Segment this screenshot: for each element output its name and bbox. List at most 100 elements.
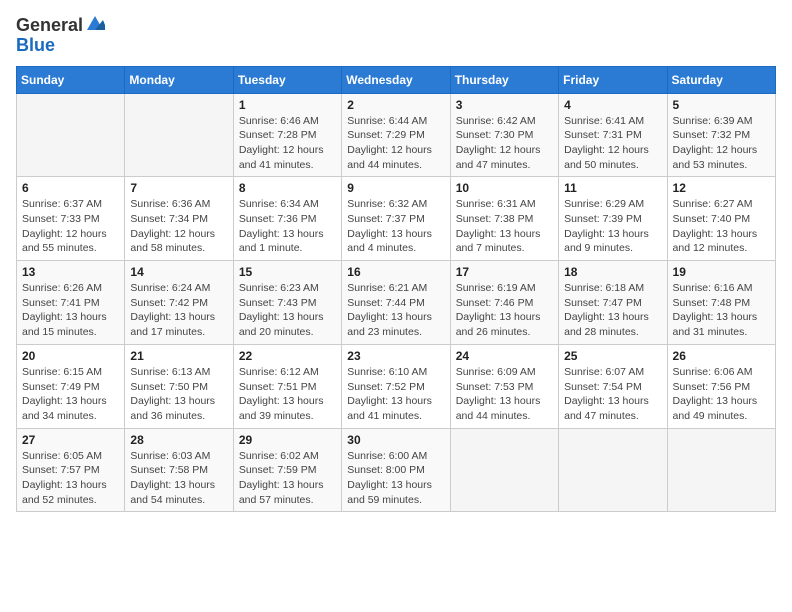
day-detail: Sunrise: 6:26 AM Sunset: 7:41 PM Dayligh… [22, 281, 119, 340]
logo: General Blue [16, 16, 105, 56]
day-detail: Sunrise: 6:16 AM Sunset: 7:48 PM Dayligh… [673, 281, 770, 340]
day-cell: 12Sunrise: 6:27 AM Sunset: 7:40 PM Dayli… [667, 177, 775, 261]
day-header-tuesday: Tuesday [233, 66, 341, 93]
day-number: 14 [130, 265, 227, 279]
day-cell: 25 Sunrise: 6:07 AM Sunset: 7:54 PM Dayli… [559, 344, 667, 428]
day-header-sunday: Sunday [17, 66, 125, 93]
day-detail: Sunrise: 6:09 AM Sunset: 7:53 PM Dayligh… [456, 365, 553, 424]
day-cell: 29 Sunrise: 6:02 AM Sunset: 7:59 PM Dayli… [233, 428, 341, 512]
page-header: General Blue [16, 16, 776, 56]
day-detail: Sunrise: 6:12 AM Sunset: 7:51 PM Dayligh… [239, 365, 336, 424]
day-number: 5 [673, 98, 770, 112]
day-detail: Sunrise: 6:37 AM Sunset: 7:33 PM Dayligh… [22, 197, 119, 256]
day-number: 24 [456, 349, 553, 363]
day-cell: 11Sunrise: 6:29 AM Sunset: 7:39 PM Dayli… [559, 177, 667, 261]
day-cell: 24 Sunrise: 6:09 AM Sunset: 7:53 PM Dayli… [450, 344, 558, 428]
day-number: 15 [239, 265, 336, 279]
day-number: 10 [456, 181, 553, 195]
day-detail: Sunrise: 6:44 AM Sunset: 7:29 PM Dayligh… [347, 114, 444, 173]
day-detail: Sunrise: 6:05 AM Sunset: 7:57 PM Dayligh… [22, 449, 119, 508]
header-row: SundayMondayTuesdayWednesdayThursdayFrid… [17, 66, 776, 93]
day-number: 22 [239, 349, 336, 363]
day-detail: Sunrise: 6:31 AM Sunset: 7:38 PM Dayligh… [456, 197, 553, 256]
day-detail: Sunrise: 6:06 AM Sunset: 7:56 PM Dayligh… [673, 365, 770, 424]
week-row-2: 6 Sunrise: 6:37 AM Sunset: 7:33 PM Daylig… [17, 177, 776, 261]
day-cell [17, 93, 125, 177]
day-detail: Sunrise: 6:42 AM Sunset: 7:30 PM Dayligh… [456, 114, 553, 173]
day-cell: 1 Sunrise: 6:46 AM Sunset: 7:28 PM Daylig… [233, 93, 341, 177]
day-number: 4 [564, 98, 661, 112]
day-cell: 6 Sunrise: 6:37 AM Sunset: 7:33 PM Daylig… [17, 177, 125, 261]
day-header-wednesday: Wednesday [342, 66, 450, 93]
day-number: 29 [239, 433, 336, 447]
day-cell: 14 Sunrise: 6:24 AM Sunset: 7:42 PM Dayli… [125, 261, 233, 345]
day-number: 23 [347, 349, 444, 363]
calendar-header: SundayMondayTuesdayWednesdayThursdayFrid… [17, 66, 776, 93]
day-cell: 15Sunrise: 6:23 AM Sunset: 7:43 PM Dayli… [233, 261, 341, 345]
day-cell: 3 Sunrise: 6:42 AM Sunset: 7:30 PM Daylig… [450, 93, 558, 177]
day-detail: Sunrise: 6:18 AM Sunset: 7:47 PM Dayligh… [564, 281, 661, 340]
day-cell: 10 Sunrise: 6:31 AM Sunset: 7:38 PM Dayli… [450, 177, 558, 261]
day-number: 30 [347, 433, 444, 447]
day-number: 19 [673, 265, 770, 279]
day-cell: 2 Sunrise: 6:44 AM Sunset: 7:29 PM Daylig… [342, 93, 450, 177]
day-cell: 30 Sunrise: 6:00 AM Sunset: 8:00 PM Dayli… [342, 428, 450, 512]
day-detail: Sunrise: 6:46 AM Sunset: 7:28 PM Dayligh… [239, 114, 336, 173]
day-detail: Sunrise: 6:39 AM Sunset: 7:32 PM Dayligh… [673, 114, 770, 173]
week-row-5: 27 Sunrise: 6:05 AM Sunset: 7:57 PM Dayli… [17, 428, 776, 512]
day-number: 27 [22, 433, 119, 447]
day-cell: 7 Sunrise: 6:36 AM Sunset: 7:34 PM Daylig… [125, 177, 233, 261]
day-cell [125, 93, 233, 177]
day-number: 21 [130, 349, 227, 363]
day-header-thursday: Thursday [450, 66, 558, 93]
day-cell: 19 Sunrise: 6:16 AM Sunset: 7:48 PM Dayli… [667, 261, 775, 345]
day-cell [667, 428, 775, 512]
day-number: 3 [456, 98, 553, 112]
day-cell: 4 Sunrise: 6:41 AM Sunset: 7:31 PM Daylig… [559, 93, 667, 177]
day-cell: 27 Sunrise: 6:05 AM Sunset: 7:57 PM Dayli… [17, 428, 125, 512]
day-number: 6 [22, 181, 119, 195]
day-detail: Sunrise: 6:13 AM Sunset: 7:50 PM Dayligh… [130, 365, 227, 424]
logo-icon [85, 14, 105, 34]
day-detail: Sunrise: 6:32 AM Sunset: 7:37 PM Dayligh… [347, 197, 444, 256]
day-detail: Sunrise: 6:34 AM Sunset: 7:36 PM Dayligh… [239, 197, 336, 256]
day-number: 20 [22, 349, 119, 363]
day-detail: Sunrise: 6:21 AM Sunset: 7:44 PM Dayligh… [347, 281, 444, 340]
calendar-table: SundayMondayTuesdayWednesdayThursdayFrid… [16, 66, 776, 513]
day-header-monday: Monday [125, 66, 233, 93]
day-cell [450, 428, 558, 512]
day-cell: 22 Sunrise: 6:12 AM Sunset: 7:51 PM Dayli… [233, 344, 341, 428]
day-cell: 16 Sunrise: 6:21 AM Sunset: 7:44 PM Dayli… [342, 261, 450, 345]
day-number: 9 [347, 181, 444, 195]
day-cell: 18Sunrise: 6:18 AM Sunset: 7:47 PM Dayli… [559, 261, 667, 345]
day-detail: Sunrise: 6:15 AM Sunset: 7:49 PM Dayligh… [22, 365, 119, 424]
day-header-friday: Friday [559, 66, 667, 93]
day-header-saturday: Saturday [667, 66, 775, 93]
day-detail: Sunrise: 6:36 AM Sunset: 7:34 PM Dayligh… [130, 197, 227, 256]
day-detail: Sunrise: 6:00 AM Sunset: 8:00 PM Dayligh… [347, 449, 444, 508]
day-number: 12 [673, 181, 770, 195]
day-detail: Sunrise: 6:41 AM Sunset: 7:31 PM Dayligh… [564, 114, 661, 173]
day-cell: 13 Sunrise: 6:26 AM Sunset: 7:41 PM Dayli… [17, 261, 125, 345]
day-number: 16 [347, 265, 444, 279]
calendar-body: 1 Sunrise: 6:46 AM Sunset: 7:28 PM Daylig… [17, 93, 776, 512]
day-cell: 5 Sunrise: 6:39 AM Sunset: 7:32 PM Daylig… [667, 93, 775, 177]
day-detail: Sunrise: 6:24 AM Sunset: 7:42 PM Dayligh… [130, 281, 227, 340]
week-row-4: 20 Sunrise: 6:15 AM Sunset: 7:49 PM Dayli… [17, 344, 776, 428]
day-number: 7 [130, 181, 227, 195]
day-cell: 17Sunrise: 6:19 AM Sunset: 7:46 PM Dayli… [450, 261, 558, 345]
day-number: 13 [22, 265, 119, 279]
day-number: 1 [239, 98, 336, 112]
day-number: 8 [239, 181, 336, 195]
day-cell [559, 428, 667, 512]
day-detail: Sunrise: 6:02 AM Sunset: 7:59 PM Dayligh… [239, 449, 336, 508]
day-detail: Sunrise: 6:29 AM Sunset: 7:39 PM Dayligh… [564, 197, 661, 256]
day-detail: Sunrise: 6:07 AM Sunset: 7:54 PM Dayligh… [564, 365, 661, 424]
day-number: 2 [347, 98, 444, 112]
day-number: 26 [673, 349, 770, 363]
day-number: 25 [564, 349, 661, 363]
logo-general: General [16, 16, 83, 36]
week-row-3: 13 Sunrise: 6:26 AM Sunset: 7:41 PM Dayli… [17, 261, 776, 345]
day-cell: 20 Sunrise: 6:15 AM Sunset: 7:49 PM Dayli… [17, 344, 125, 428]
day-cell: 9 Sunrise: 6:32 AM Sunset: 7:37 PM Daylig… [342, 177, 450, 261]
